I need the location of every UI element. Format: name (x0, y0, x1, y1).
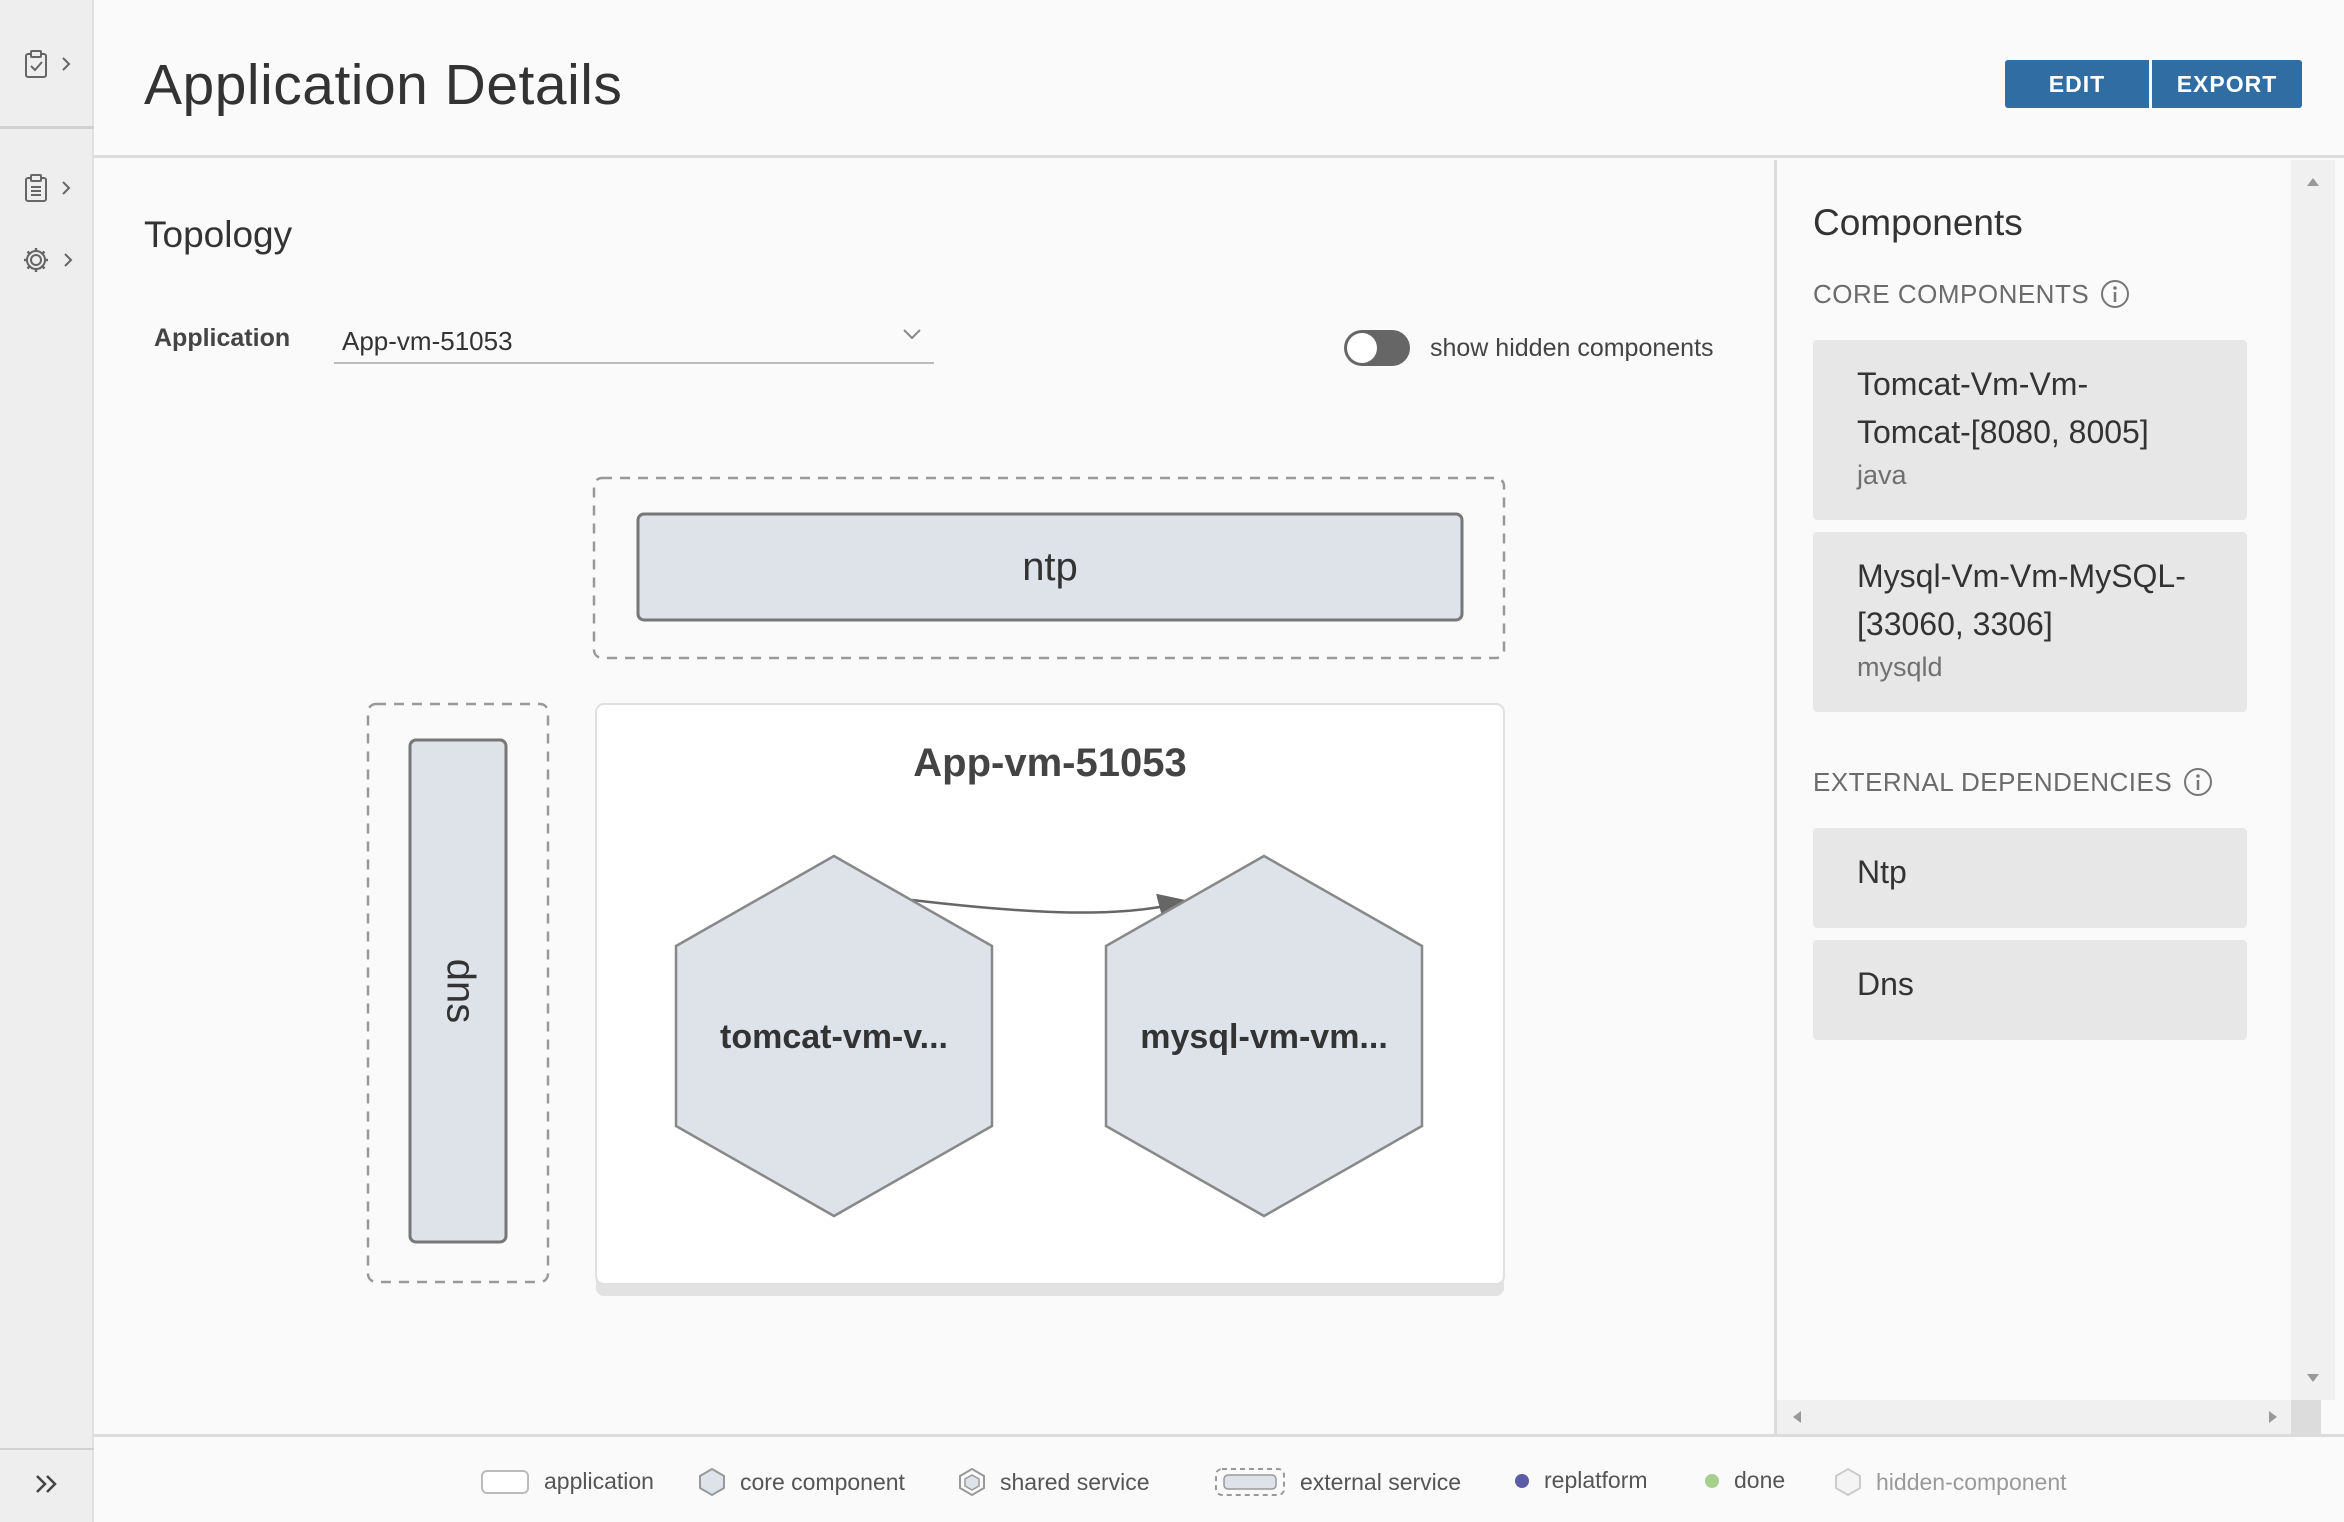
external-service-swatch-icon (1215, 1468, 1285, 1496)
chevron-right-icon (62, 181, 71, 195)
card-name-line: Mysql-Vm-Vm-MySQL- (1857, 558, 2186, 594)
info-icon[interactable] (2182, 766, 2214, 798)
legend-label: shared service (1000, 1468, 1150, 1495)
rail-separator (0, 126, 94, 129)
external-dependency-card[interactable]: Dns (1813, 940, 2247, 1040)
ntp-label: ntp (1022, 545, 1078, 589)
scroll-left-arrow-icon[interactable] (1783, 1400, 1813, 1434)
done-dot-icon (1705, 1473, 1719, 1488)
panel-vertical-scrollbar[interactable] (2291, 160, 2335, 1400)
external-service-dns[interactable]: dns (366, 702, 550, 1284)
card-name-line: [33060, 3306] (1857, 606, 2053, 642)
double-chevron-right-icon (36, 1475, 57, 1493)
legend-item-shared-service: shared service (958, 1467, 1150, 1497)
dns-label: dns (438, 959, 482, 1024)
gear-icon (24, 248, 48, 272)
legend-item-done: done (1704, 1467, 1785, 1494)
legend-label: replatform (1544, 1467, 1648, 1493)
card-name-line: Tomcat-[8080, 8005] (1857, 414, 2149, 450)
core-components-title: CORE COMPONENTS (1813, 278, 2090, 309)
card-process: mysqld (1857, 652, 1943, 682)
card-name-line: Tomcat-Vm-Vm- (1857, 366, 2089, 402)
hidden-hexagon-icon (1835, 1467, 1861, 1497)
clipboard-check-icon (25, 50, 47, 78)
legend-item-hidden-component: hidden-component (1834, 1467, 2067, 1497)
card-name: Dns (1857, 966, 1914, 1002)
application-swatch-icon (481, 1470, 529, 1494)
node-label: tomcat-vm-v... (720, 1018, 948, 1056)
legend-label: core component (740, 1468, 905, 1495)
external-service-ntp[interactable]: ntp (592, 476, 1506, 660)
rail-bottom-separator (0, 1448, 94, 1450)
core-components-heading: CORE COMPONENTS (1813, 278, 2131, 310)
info-icon[interactable] (2099, 278, 2131, 310)
topology-section: Topology Application App-vm-51053 show h… (94, 160, 1774, 1434)
replatform-dot-icon (1515, 1473, 1529, 1488)
legend-item-application: application (480, 1467, 654, 1495)
scroll-right-arrow-icon[interactable] (2257, 1400, 2287, 1434)
chevron-right-icon (62, 57, 71, 71)
shared-hexagon-icon (959, 1467, 985, 1497)
chevron-right-icon (64, 253, 73, 267)
components-title: Components (1813, 202, 2023, 243)
topology-diagram: ntp dns App-vm-51053 tomcat-vm-v... mysq… (366, 476, 1506, 1296)
scroll-up-arrow-icon[interactable] (2291, 166, 2335, 196)
clipboard-list-icon (25, 174, 47, 202)
core-component-card[interactable]: Mysql-Vm-Vm-MySQL- [33060, 3306] mysqld (1813, 532, 2247, 712)
nav-item-plans[interactable] (0, 158, 94, 218)
card-name: Ntp (1857, 854, 1907, 890)
external-dependencies-heading: EXTERNAL DEPENDENCIES (1813, 766, 2214, 798)
core-component-card[interactable]: Tomcat-Vm-Vm- Tomcat-[8080, 8005] java (1813, 340, 2247, 520)
page-title: Application Details (144, 53, 623, 117)
legend-item-replatform: replatform (1514, 1467, 1648, 1494)
legend-item-external-service: external service (1214, 1467, 1461, 1497)
card-process: java (1857, 460, 1907, 490)
legend-label: external service (1300, 1468, 1462, 1495)
export-button[interactable]: EXPORT (2152, 60, 2302, 108)
expand-rail-button[interactable] (0, 1456, 94, 1512)
hexagon-icon (699, 1467, 725, 1497)
legend-footer: application core component shared servic… (94, 1434, 2344, 1522)
nav-item-settings[interactable] (0, 230, 94, 290)
external-dependencies-title: EXTERNAL DEPENDENCIES (1813, 766, 2173, 797)
legend-label: done (1734, 1467, 1786, 1493)
page-header: Application Details EDIT EXPORT (94, 0, 2344, 158)
edit-button[interactable]: EDIT (2005, 60, 2149, 108)
scrollbar-corner (2291, 1400, 2321, 1434)
legend-label: application (544, 1467, 654, 1494)
legend-item-core-component: core component (698, 1467, 905, 1497)
application-box-title: App-vm-51053 (913, 741, 1186, 785)
left-nav-rail (0, 0, 94, 1522)
legend-label: hidden-component (1876, 1468, 2067, 1495)
header-actions: EDIT EXPORT (2005, 60, 2302, 108)
components-panel: Components CORE COMPONENTS Tomcat-Vm-Vm-… (1777, 160, 2291, 1400)
external-dependency-card[interactable]: Ntp (1813, 828, 2247, 928)
scroll-down-arrow-icon[interactable] (2291, 1364, 2335, 1394)
panel-horizontal-scrollbar[interactable] (1777, 1400, 2291, 1434)
nav-item-assessment[interactable] (0, 34, 94, 94)
node-label: mysql-vm-vm... (1140, 1018, 1388, 1056)
